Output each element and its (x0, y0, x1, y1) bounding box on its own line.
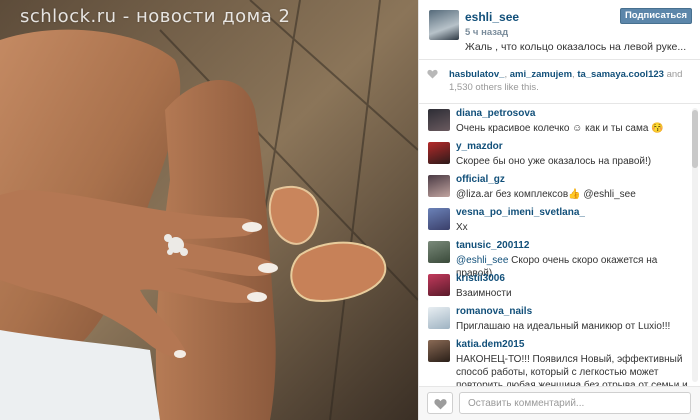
comment-item: vesna_po_imeni_svetlana_ Хх (419, 205, 689, 237)
comment-text: Хх (456, 222, 468, 233)
post-photo[interactable]: schlock.ru - новости дома 2 (0, 0, 418, 420)
commenter-avatar[interactable] (428, 340, 450, 362)
author-username[interactable]: eshli_see (465, 10, 519, 24)
comment-text: Очень красивое колечко ☺ как и ты сама 😚 (456, 123, 664, 134)
photo-illustration (0, 0, 418, 420)
post-timestamp[interactable]: 5 ч назад (465, 27, 508, 38)
comment-item: official_gz @liza.ar без комплексов👍 @es… (419, 172, 689, 204)
commenter-avatar[interactable] (428, 109, 450, 131)
comment-text: Скорее бы оно уже оказалось на правой!) (456, 156, 652, 167)
commenter-username[interactable]: kristii3006 (456, 273, 505, 284)
comments-scrollbar[interactable] (692, 108, 698, 382)
commenter-avatar[interactable] (428, 241, 450, 263)
comment-item: romanova_nails Приглашаю на идеальный ма… (419, 304, 689, 336)
commenter-username[interactable]: vesna_po_imeni_svetlana_ (456, 207, 585, 218)
comment-text: Взаимности (456, 288, 512, 299)
commenter-avatar[interactable] (428, 274, 450, 296)
commenter-avatar[interactable] (428, 208, 450, 230)
liker-username[interactable]: ta_samaya.cool123 (577, 69, 664, 80)
comments-list[interactable]: diana_petrosova Очень красивое колечко ☺… (419, 104, 700, 386)
comment-item: tanusic_200112 @eshli_see Скоро очень ск… (419, 238, 689, 279)
watermark-text: schlock.ru - новости дома 2 (20, 6, 291, 27)
commenter-username[interactable]: official_gz (456, 174, 505, 185)
commenter-avatar[interactable] (428, 142, 450, 164)
post-header: eshli_see 5 ч назад Жаль , что кольцо ок… (419, 0, 700, 60)
heart-icon (427, 69, 438, 79)
comment-input[interactable] (459, 392, 691, 414)
commenter-username[interactable]: katia.dem2015 (456, 339, 524, 350)
comment-footer (419, 386, 700, 420)
heart-icon (434, 399, 447, 410)
author-avatar[interactable] (429, 10, 459, 40)
follow-button[interactable]: Подписаться (620, 8, 692, 24)
comment-text: Приглашаю на идеальный маникюр от Luxio!… (456, 321, 671, 332)
commenter-username[interactable]: tanusic_200112 (456, 240, 529, 251)
comment-text: НАКОНЕЦ-ТО!!! Появился Новый, эффективны… (456, 354, 688, 386)
comment-item: katia.dem2015 НАКОНЕЦ-ТО!!! Появился Нов… (419, 337, 689, 386)
comment-item: diana_petrosova Очень красивое колечко ☺… (419, 106, 689, 138)
likes-others-suffix: others like this. (472, 82, 539, 93)
commenter-username[interactable]: diana_petrosova (456, 108, 535, 119)
comment-mention[interactable]: @eshli_see (456, 255, 508, 266)
liker-username[interactable]: hasbulatov_ (449, 69, 504, 80)
liker-username[interactable]: ami_zamujem (510, 69, 572, 80)
commenter-username[interactable]: romanova_nails (456, 306, 532, 317)
comment-text: @liza.ar без комплексов👍 @eshli_see (456, 189, 636, 200)
commenter-avatar[interactable] (428, 307, 450, 329)
likes-and: and (663, 69, 683, 80)
likes-summary: hasbulatov_, ami_zamujem, ta_samaya.cool… (419, 60, 700, 104)
comment-item: y_mazdor Скорее бы оно уже оказалось на … (419, 139, 689, 171)
like-button[interactable] (427, 392, 453, 414)
scrollbar-thumb[interactable] (692, 110, 698, 168)
post-side-panel: eshli_see 5 ч назад Жаль , что кольцо ок… (418, 0, 700, 420)
likes-others-count[interactable]: 1,530 (449, 82, 473, 93)
commenter-avatar[interactable] (428, 175, 450, 197)
post-caption: Жаль , что кольцо оказалось на левой рук… (465, 41, 687, 53)
commenter-username[interactable]: y_mazdor (456, 141, 503, 152)
comment-item: kristii3006 Взаимности (419, 271, 689, 303)
